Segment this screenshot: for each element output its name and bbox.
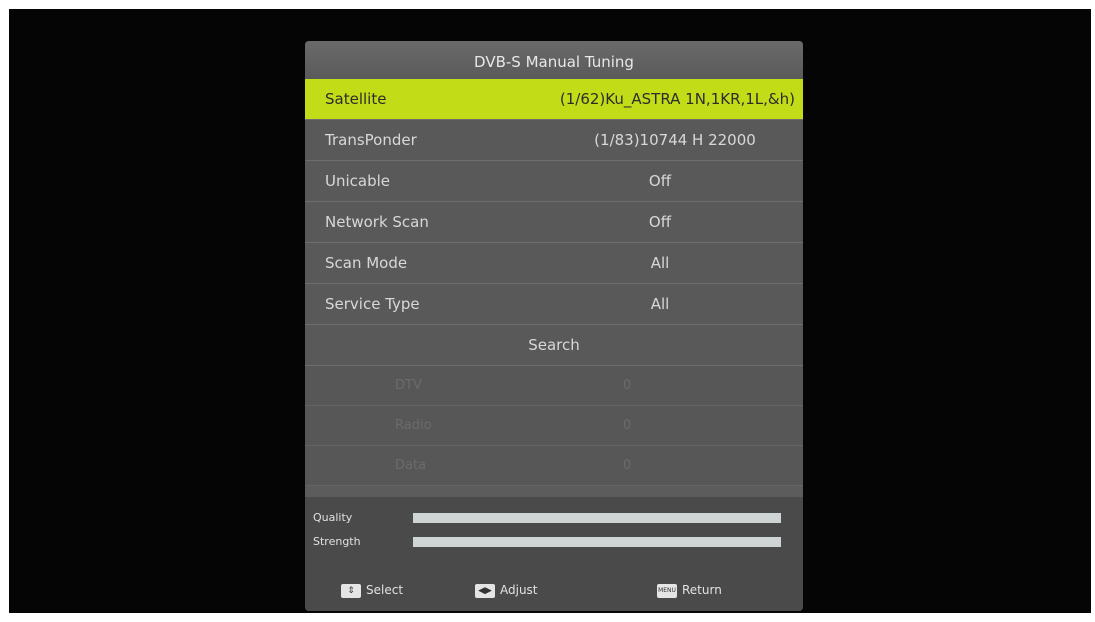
- search-label: Search: [528, 336, 580, 354]
- quality-meter: Quality: [313, 508, 793, 528]
- quality-bar-fill: [413, 513, 781, 523]
- hint-select-label: Select: [366, 583, 404, 597]
- quality-bar: [413, 513, 781, 523]
- menu-row-service-type[interactable]: Service Type All: [305, 284, 803, 325]
- strength-label: Strength: [313, 535, 361, 548]
- up-down-arrow-icon: ⇕: [341, 583, 361, 598]
- quality-label: Quality: [313, 511, 353, 524]
- strength-meter: Strength: [313, 532, 793, 552]
- menu-row-value: (1/83)10744 H 22000: [594, 131, 756, 149]
- tv-screen: DVB-S Manual Tuning Satellite (1/62)Ku_A…: [9, 9, 1091, 613]
- menu-row-unicable[interactable]: Unicable Off: [305, 161, 803, 202]
- left-right-arrow-icon: ◀▶: [475, 583, 495, 598]
- menu-row-label: Scan Mode: [325, 254, 408, 272]
- stat-row-radio: Radio 0: [305, 406, 803, 446]
- menu-row-value: Off: [648, 172, 672, 190]
- stat-label: Data: [395, 458, 427, 473]
- hint-return-label: Return: [682, 583, 722, 597]
- stat-value: 0: [623, 458, 632, 473]
- menu-key-icon: MENU: [657, 583, 677, 598]
- stat-value: 0: [623, 418, 632, 433]
- menu-row-value: All: [650, 254, 670, 272]
- manual-tuning-dialog: DVB-S Manual Tuning Satellite (1/62)Ku_A…: [305, 41, 803, 611]
- search-button[interactable]: Search: [305, 325, 803, 366]
- stat-row-data: Data 0: [305, 446, 803, 486]
- menu-row-label: Satellite: [325, 90, 387, 108]
- menu-row-value: (1/62)Ku_ASTRA 1N,1KR,1L,&h): [559, 90, 795, 108]
- hint-adjust-label: Adjust: [500, 583, 538, 597]
- key-hints: ⇕ Select ◀▶ Adjust MENU Return: [305, 567, 803, 611]
- stat-value: 0: [623, 378, 632, 393]
- menu-row-value: All: [650, 295, 670, 313]
- menu-row-label: Service Type: [325, 295, 420, 313]
- menu-row-label: TransPonder: [325, 131, 417, 149]
- menu-row-transponder[interactable]: TransPonder (1/83)10744 H 22000: [305, 120, 803, 161]
- menu-row-value: Off: [648, 213, 672, 231]
- stat-label: DTV: [395, 378, 422, 393]
- menu-row-label: Unicable: [325, 172, 391, 190]
- signal-meters: Quality Strength: [305, 497, 803, 567]
- hint-select: ⇕ Select: [341, 581, 403, 599]
- hint-adjust: ◀▶ Adjust: [475, 581, 538, 599]
- menu-row-scan-mode[interactable]: Scan Mode All: [305, 243, 803, 284]
- stat-label: Radio: [395, 418, 432, 433]
- hint-return: MENU Return: [657, 581, 722, 599]
- strength-bar: [413, 537, 781, 547]
- menu-row-label: Network Scan: [325, 213, 429, 231]
- menu-row-network-scan[interactable]: Network Scan Off: [305, 202, 803, 243]
- stat-row-dtv: DTV 0: [305, 366, 803, 406]
- dialog-title: DVB-S Manual Tuning: [305, 41, 803, 79]
- strength-bar-fill: [413, 537, 781, 547]
- menu-row-satellite[interactable]: Satellite (1/62)Ku_ASTRA 1N,1KR,1L,&h): [305, 79, 803, 120]
